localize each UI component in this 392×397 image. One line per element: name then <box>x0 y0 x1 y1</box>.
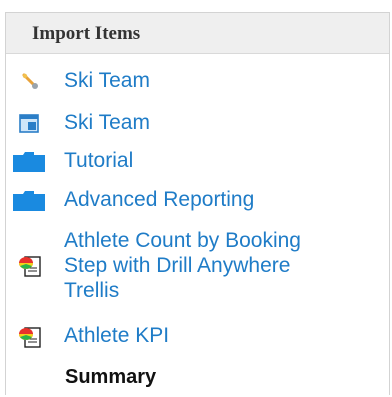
list-item-label-line-3[interactable]: Trellis <box>64 278 119 303</box>
report-icon <box>19 327 41 348</box>
list-item-label[interactable]: Ski Team <box>64 110 150 135</box>
list-item-label-line-1[interactable]: Athlete Count by Booking <box>64 228 301 253</box>
dashboard-icon <box>19 114 39 133</box>
list-item-athlete-count[interactable]: Athlete Count by Booking Step with Drill… <box>6 227 389 305</box>
list-item-ski-team-2[interactable]: Ski Team <box>6 110 389 140</box>
import-items-panel: Import Items Ski Team Ski Team Tutorial <box>5 12 390 395</box>
list-item-athlete-kpi[interactable]: Athlete KPI <box>6 323 389 353</box>
list-item-label-line-2[interactable]: Step with Drill Anywhere <box>64 253 290 278</box>
list-item-label[interactable]: Athlete KPI <box>64 323 169 348</box>
wand-icon <box>22 73 38 89</box>
list-item-label[interactable]: Advanced Reporting <box>64 187 254 212</box>
list-item-advanced-reporting[interactable]: Advanced Reporting <box>6 186 389 216</box>
list-item-label[interactable]: Tutorial <box>64 148 133 173</box>
list-item-ski-team-1[interactable]: Ski Team <box>6 68 389 98</box>
panel-title: Import Items <box>6 13 389 54</box>
summary-section: Summary <box>6 365 389 393</box>
list-item-label[interactable]: Ski Team <box>64 68 150 93</box>
list-item-tutorial[interactable]: Tutorial <box>6 147 389 177</box>
report-icon <box>19 256 41 277</box>
summary-label: Summary <box>65 366 157 388</box>
folder-icon <box>13 152 45 172</box>
folder-icon <box>13 191 45 211</box>
